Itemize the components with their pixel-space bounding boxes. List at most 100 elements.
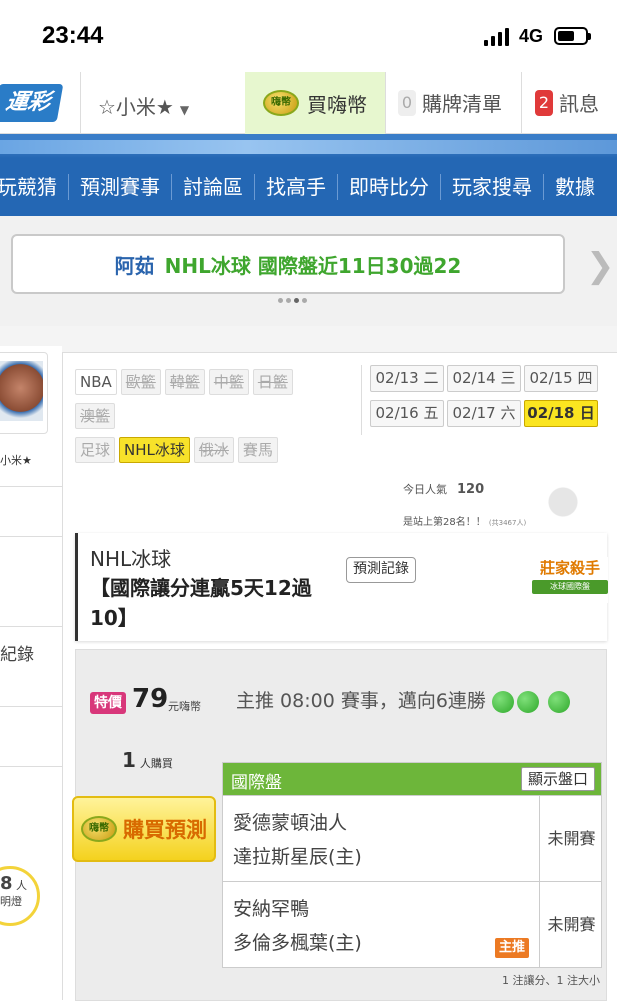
card-title: NHL冰球 (90, 547, 172, 571)
sidebar-item[interactable] (0, 536, 62, 626)
avatar[interactable] (0, 352, 48, 434)
match-status: 未開賽 (539, 796, 603, 882)
nav-item-live-scores[interactable]: 即時比分 (338, 174, 441, 200)
popularity-value: 120 (457, 482, 485, 497)
nav-divider (80, 72, 81, 134)
win-indicator-icon (548, 690, 571, 713)
coin-icon: 嗨幣 (263, 90, 299, 116)
avatar-image (0, 361, 43, 421)
sidebar-item[interactable] (0, 766, 62, 846)
signal-icon (484, 28, 509, 46)
user-sidebar: 小米★ 紀錄 8 人明燈 (0, 346, 62, 1000)
cart-label: 購牌清單 (422, 92, 502, 116)
date-chip[interactable]: 02/13 二 (370, 365, 444, 392)
content-area: 小米★ 紀錄 8 人明燈 NBA 歐籃 韓籃 中籃 日籃 澳籃 足球 NHL冰球 俄冰 賽馬 … (0, 326, 617, 1001)
sale-tag: 特價 (90, 692, 126, 714)
win-indicator-icon (491, 690, 514, 713)
sidebar-item-record[interactable]: 紀錄 (0, 626, 62, 706)
win-indicator-icon (516, 690, 539, 713)
popularity: 今日人氣 120 (403, 482, 485, 497)
sidebar-username: 小米★ (0, 454, 32, 467)
buy-prediction-button[interactable]: 嗨幣 購買預測 (72, 796, 216, 862)
username: ☆小米★ (98, 95, 174, 119)
nav-shine (0, 140, 617, 154)
nav-item-player-search[interactable]: 玩家搜尋 (441, 174, 544, 200)
category-chip[interactable]: 歐籃 (120, 369, 161, 395)
table-row[interactable]: 安納罕鴨 多倫多楓葉(主) 主推 未開賽 (223, 881, 603, 968)
category-filter: NBA 歐籃 韓籃 中籃 日籃 澳籃 足球 NHL冰球 俄冰 賽馬 (75, 369, 345, 471)
banner-text: NHL冰球 國際盤近11日30過22 (164, 253, 462, 278)
prediction-headline: 主推 08:00 賽事，邁向6連勝 (236, 684, 596, 718)
prediction-panel: NBA 歐籃 韓籃 中籃 日籃 澳籃 足球 NHL冰球 俄冰 賽馬 02/13 二 02/14 … (62, 352, 617, 1001)
match-teams: 安納罕鴨 多倫多楓葉(主) (233, 898, 362, 954)
category-chip[interactable]: 中籃 (208, 369, 249, 395)
market-label: 國際盤 (231, 773, 282, 793)
table-header: 國際盤 顯示盤口 (223, 763, 601, 795)
banner-area: 阿茹 NHL冰球 國際盤近11日30過22 ❯ (0, 216, 617, 326)
chevron-right-icon[interactable]: ❯ (586, 246, 615, 286)
top-navigation: 運彩 ☆小米★ ▼ 嗨幣 買嗨幣 0 購牌清單 2 訊息 (0, 72, 617, 134)
date-chip[interactable]: 02/17 六 (447, 400, 521, 427)
status-time: 23:44 (42, 22, 104, 49)
price-box: 特價 79 元嗨幣 1 人購買 (76, 650, 216, 790)
status-bar: 23:44 4G (0, 0, 617, 72)
chevron-down-icon: ▼ (179, 103, 190, 117)
messages-count-badge: 2 (535, 89, 553, 116)
category-chip[interactable]: 俄冰 (193, 437, 234, 463)
network-label: 4G (519, 26, 544, 46)
category-chip[interactable]: NBA (75, 369, 117, 395)
sidebar-item[interactable] (0, 486, 62, 536)
match-status: 未開賽 (539, 882, 603, 968)
odds-table: 國際盤 顯示盤口 愛德蒙頓油人 達拉斯星辰(主) 未開賽 安納罕鴨 多倫多楓葉(主)… (222, 762, 602, 968)
category-chip[interactable]: 日籃 (252, 369, 293, 395)
battery-icon (554, 27, 591, 45)
messages-button[interactable]: 2 訊息 (535, 88, 599, 117)
buy-coins-button[interactable]: 嗨幣 買嗨幣 (245, 72, 385, 134)
date-chip-selected[interactable]: 02/18 日 (524, 400, 598, 427)
site-logo[interactable]: 運彩 (0, 84, 64, 122)
nav-item-play[interactable]: 玩競猜 (0, 174, 69, 200)
cart-count-badge: 0 (398, 89, 416, 116)
messages-label: 訊息 (559, 92, 599, 116)
badge-stamp: 莊家殺手 冰球國際盤 (532, 557, 608, 603)
nav-item-predict[interactable]: 預測賽事 (69, 174, 172, 200)
category-chip[interactable]: 韓籃 (164, 369, 205, 395)
prediction-title-card: NHL冰球 【國際讓分連贏5天12過10】 預測記錄 莊家殺手 冰球國際盤 (75, 533, 608, 641)
card-subtitle: 【國際讓分連贏5天12過10】 (90, 576, 312, 630)
cart-button[interactable]: 0 購牌清單 (398, 88, 502, 117)
buy-coins-label: 買嗨幣 (307, 92, 367, 117)
banner-name: 阿茹 (114, 253, 155, 278)
date-chip[interactable]: 02/15 四 (524, 365, 598, 392)
category-chip[interactable]: 足球 (75, 437, 116, 463)
main-nav-list: 玩競猜 預測賽事 討論區 找高手 即時比分 玩家搜尋 數據 (0, 174, 606, 200)
price-value: 79 (132, 684, 169, 714)
main-navigation: 玩競猜 預測賽事 討論區 找高手 即時比分 玩家搜尋 數據 (0, 134, 617, 216)
bulb-count: 8 人明燈 (0, 873, 28, 909)
table-row[interactable]: 愛德蒙頓油人 達拉斯星辰(主) 未開賽 (223, 795, 603, 882)
nav-item-experts[interactable]: 找高手 (255, 174, 338, 200)
nav-item-data[interactable]: 數據 (544, 174, 606, 200)
date-chip[interactable]: 02/16 五 (370, 400, 444, 427)
coin-icon: 嗨幣 (81, 816, 117, 842)
promo-banner[interactable]: 阿茹 NHL冰球 國際盤近11日30過22 (11, 234, 565, 294)
carousel-dots (278, 298, 307, 303)
prediction-record-button[interactable]: 預測記錄 (346, 557, 416, 583)
site-rank: 是站上第28名！！ (共3467人) (403, 517, 527, 528)
nav-divider (521, 72, 522, 134)
date-chip[interactable]: 02/14 三 (447, 365, 521, 392)
show-odds-button[interactable]: 顯示盤口 (520, 767, 595, 791)
main-pick-badge: 主推 (495, 938, 530, 958)
sidebar-item[interactable] (0, 706, 62, 766)
nav-item-forum[interactable]: 討論區 (172, 174, 255, 200)
category-chip-selected[interactable]: NHL冰球 (119, 437, 190, 463)
category-chip[interactable]: 賽馬 (237, 437, 278, 463)
buyer-count: 1 人購買 (122, 748, 173, 772)
user-menu[interactable]: ☆小米★ ▼ (98, 91, 189, 120)
prediction-detail: 特價 79 元嗨幣 1 人購買 嗨幣 購買預測 主推 08:00 賽事，邁向6連勝 … (72, 649, 607, 1001)
price-unit: 元嗨幣 (168, 700, 201, 713)
date-filter: 02/13 二 02/14 三 02/15 四 02/16 五 02/17 六 02/1… (361, 365, 611, 435)
category-chip[interactable]: 澳籃 (75, 403, 116, 429)
bet-summary: 1 注讓分、1 注大小 (502, 974, 600, 987)
nav-divider (385, 72, 386, 134)
match-teams: 愛德蒙頓油人 達拉斯星辰(主) (233, 812, 362, 868)
